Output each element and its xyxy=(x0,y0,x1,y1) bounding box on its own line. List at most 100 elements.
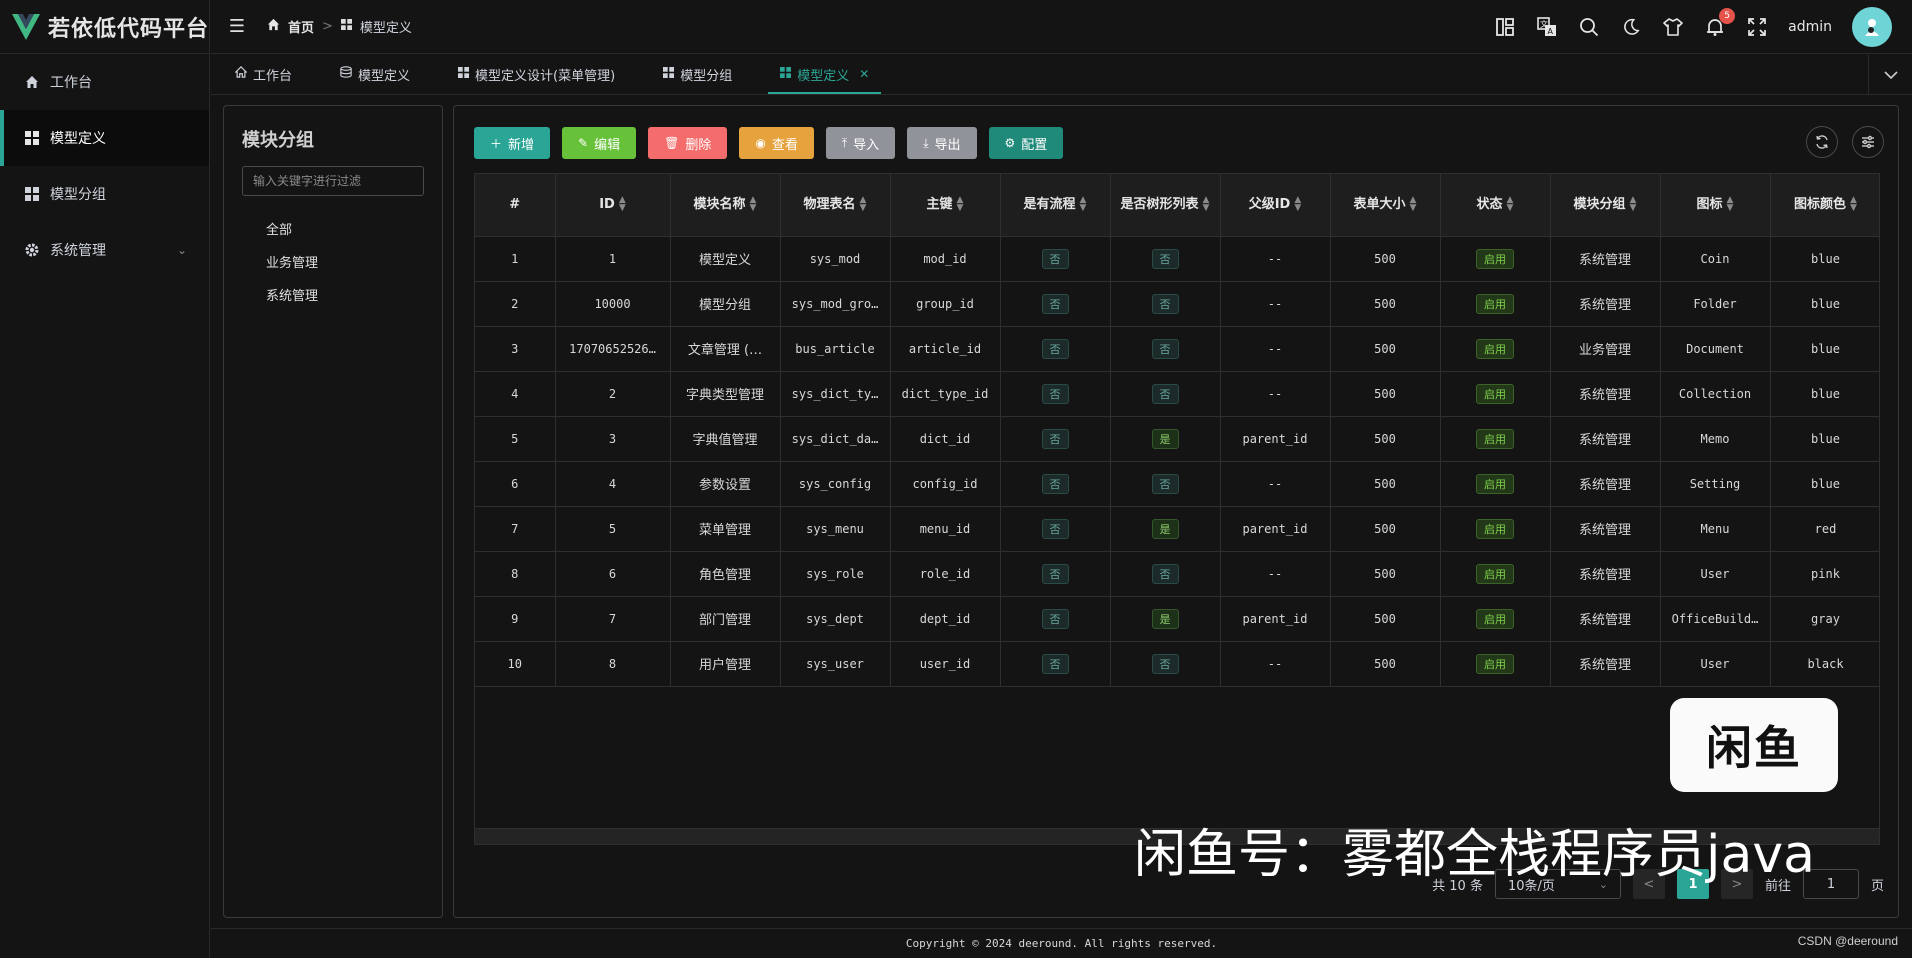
fullscreen-icon[interactable] xyxy=(1746,16,1768,38)
app-logo[interactable]: 若依低代码平台 xyxy=(0,0,209,54)
username[interactable]: admin xyxy=(1788,19,1832,35)
sidebar-item-model-group[interactable]: 模型分组 xyxy=(0,166,209,222)
table-row[interactable]: 2 10000 模型分组 sys_mod_gro… group_id 否 否 -- 500 启用 系… xyxy=(475,281,1879,327)
sort-caret-icon[interactable]: ▲ ▼ xyxy=(1294,196,1301,213)
toolbar: ＋ 新增 ✎ 编辑 🗑 删除 ◉ 查看 ⤒ 导入 ⤓ 导出 ⚙ 配置 xyxy=(474,127,1064,159)
boolean-tag: 否 xyxy=(1041,608,1069,629)
sort-caret-icon[interactable]: ▲ ▼ xyxy=(1630,196,1637,213)
tab-model-definition-active[interactable]: 模型定义 ✕ xyxy=(756,54,893,94)
breadcrumb-home[interactable]: 首页 xyxy=(288,17,314,36)
table-cell: 文章管理 (… xyxy=(670,326,781,372)
view-button[interactable]: ◉ 查看 xyxy=(739,127,814,159)
table-cell: sys_dept xyxy=(780,596,891,642)
column-header-label: 是有流程 xyxy=(1023,196,1076,212)
bell-icon[interactable]: 5 xyxy=(1704,8,1736,38)
table-row[interactable]: 8 6 角色管理 sys_role role_id 否 否 -- 500 启用 系统管理 User pi… xyxy=(475,551,1879,597)
import-button[interactable]: ⤒ 导入 xyxy=(825,127,896,159)
sort-caret-icon[interactable]: ▲ ▼ xyxy=(1507,196,1514,213)
column-header[interactable]: 模块名称 ▲ ▼ xyxy=(670,174,781,237)
boolean-tag: 否 xyxy=(1151,653,1179,674)
sidebar-item-workbench[interactable]: 工作台 xyxy=(0,54,209,110)
column-header[interactable]: 图标颜色 ▲ ▼ xyxy=(1770,174,1879,237)
table-cell: 否 xyxy=(1000,281,1111,327)
view-button-label: 查看 xyxy=(771,137,798,153)
table-cell: -- xyxy=(1220,641,1331,687)
sort-caret-icon[interactable]: ▲ ▼ xyxy=(1850,196,1857,213)
export-button[interactable]: ⤓ 导出 xyxy=(907,127,977,159)
boolean-tag: 否 xyxy=(1041,518,1069,539)
column-header[interactable]: 物理表名 ▲ ▼ xyxy=(780,174,891,237)
table-cell: 6 xyxy=(555,551,671,597)
table-row[interactable]: 9 7 部门管理 sys_dept dept_id 否 是 parent_id 500 启用 系统管… xyxy=(475,596,1879,642)
table-row[interactable]: 6 4 参数设置 sys_config config_id 否 否 -- 500 启用 系统管理 Se… xyxy=(475,461,1879,507)
table-cell: group_id xyxy=(890,281,1001,327)
table-cell: 500 xyxy=(1330,461,1441,507)
table-row[interactable]: 5 3 字典值管理 sys_dict_da… dict_id 否 是 parent_id 500… xyxy=(475,416,1879,462)
search-icon[interactable] xyxy=(1578,16,1600,38)
sort-caret-icon[interactable]: ▲ ▼ xyxy=(1080,196,1087,213)
tab-model-group[interactable]: 模型分组 xyxy=(639,54,756,94)
tab-model-definition[interactable]: 模型定义 xyxy=(316,54,434,94)
tree-node-system[interactable]: 系统管理 xyxy=(224,278,442,311)
menu-toggle-icon[interactable]: ☰ xyxy=(227,16,247,37)
upload-icon: ⤒ xyxy=(841,135,848,150)
column-header[interactable]: 是有流程 ▲ ▼ xyxy=(1000,174,1111,237)
table-cell: 系统管理 xyxy=(1550,371,1661,417)
table-row[interactable]: 4 2 字典类型管理 sys_dict_ty… dict_type_id 否 否 -- 500 启… xyxy=(475,371,1879,417)
sort-caret-icon[interactable]: ▲ ▼ xyxy=(860,196,867,213)
table-cell: bus_article xyxy=(780,326,891,372)
table-cell: parent_id xyxy=(1220,416,1331,462)
column-header[interactable]: 主键 ▲ ▼ xyxy=(890,174,1001,237)
table-cell: Document xyxy=(1660,326,1771,372)
column-header[interactable]: 是否树形列表 ▲ ▼ xyxy=(1110,174,1221,237)
group-filter-input[interactable] xyxy=(242,166,424,196)
table-cell: 业务管理 xyxy=(1550,326,1661,372)
table-tools xyxy=(1806,126,1884,158)
add-button[interactable]: ＋ 新增 xyxy=(474,127,551,159)
sidebar-item-model-definition[interactable]: 模型定义 xyxy=(0,110,209,166)
table-cell: 启用 xyxy=(1440,326,1551,372)
close-icon[interactable]: ✕ xyxy=(859,67,869,81)
sort-caret-icon[interactable]: ▲ ▼ xyxy=(619,196,626,213)
column-header[interactable]: 表单大小 ▲ ▼ xyxy=(1330,174,1441,237)
moon-icon[interactable] xyxy=(1620,16,1642,38)
table-cell: 500 xyxy=(1330,416,1441,462)
boolean-tag: 否 xyxy=(1041,338,1069,359)
layout-icon[interactable] xyxy=(1494,16,1516,38)
tshirt-icon[interactable] xyxy=(1662,16,1684,38)
tab-model-design-menu[interactable]: 模型定义设计(菜单管理) xyxy=(434,54,639,94)
sidebar-item-system[interactable]: 系统管理 ⌄ xyxy=(0,222,209,278)
avatar[interactable] xyxy=(1852,7,1892,47)
breadcrumb-separator-icon: > xyxy=(322,19,333,34)
top-header: ☰ 首页 > 模型定义 文A 5 admin xyxy=(211,0,1912,54)
vue-logo-icon xyxy=(12,13,40,40)
table-cell: 系统管理 xyxy=(1550,596,1661,642)
sort-caret-icon[interactable]: ▲ ▼ xyxy=(1727,196,1734,213)
config-button[interactable]: ⚙ 配置 xyxy=(988,127,1064,159)
edit-button[interactable]: ✎ 编辑 xyxy=(562,127,637,159)
column-header[interactable]: ID ▲ ▼ xyxy=(555,174,671,237)
table-cell: 500 xyxy=(1330,326,1441,372)
refresh-icon[interactable] xyxy=(1806,126,1838,158)
tabs-dropdown-icon[interactable] xyxy=(1868,55,1912,95)
tree-node-business[interactable]: 业务管理 xyxy=(224,245,442,278)
column-header[interactable]: 状态 ▲ ▼ xyxy=(1440,174,1551,237)
translate-icon[interactable]: 文A xyxy=(1536,16,1558,38)
column-header[interactable]: 图标 ▲ ▼ xyxy=(1660,174,1771,237)
column-header[interactable]: 父级ID ▲ ▼ xyxy=(1220,174,1331,237)
sort-caret-icon[interactable]: ▲ ▼ xyxy=(750,196,757,213)
table-row[interactable]: 10 8 用户管理 sys_user user_id 否 否 -- 500 启用 系统管理 User b… xyxy=(475,641,1879,687)
table-row[interactable]: 3 17070652526… 文章管理 (… bus_article article_i… xyxy=(475,326,1879,372)
sort-caret-icon[interactable]: ▲ ▼ xyxy=(1410,196,1417,213)
tree-node-all[interactable]: 全部 xyxy=(224,212,442,245)
edit-button-label: 编辑 xyxy=(594,137,621,153)
sort-caret-icon[interactable]: ▲ ▼ xyxy=(957,196,964,213)
table-row[interactable]: 7 5 菜单管理 sys_menu menu_id 否 是 parent_id 500 启用 系统管… xyxy=(475,506,1879,552)
column-header[interactable]: 模块分组 ▲ ▼ xyxy=(1550,174,1661,237)
column-settings-icon[interactable] xyxy=(1852,126,1884,158)
sort-caret-icon[interactable]: ▲ ▼ xyxy=(1203,196,1210,213)
tab-workbench[interactable]: 工作台 xyxy=(211,54,316,94)
table-cell: 8 xyxy=(475,551,556,597)
delete-button[interactable]: 🗑 删除 xyxy=(648,127,728,159)
table-row[interactable]: 1 1 模型定义 sys_mod mod_id 否否 -- 500 启用 系统管理 Coin blue xyxy=(475,236,1879,282)
